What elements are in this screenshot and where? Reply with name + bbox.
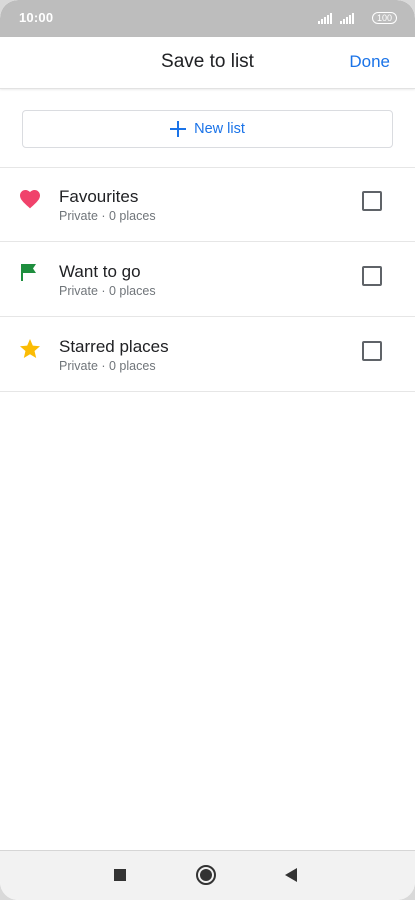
list-item-subtitle: Private · 0 places — [59, 284, 156, 298]
plus-icon — [170, 121, 187, 137]
star-icon — [20, 339, 40, 358]
list-item-title: Favourites — [59, 187, 139, 206]
new-list-label: New list — [194, 121, 245, 137]
home-circle-icon[interactable] — [194, 863, 218, 887]
signal-icon-2 — [339, 12, 354, 24]
list-item-title: Want to go — [59, 262, 141, 281]
signal-icon — [317, 12, 332, 24]
done-button[interactable]: Done — [349, 52, 390, 72]
back-triangle-icon[interactable] — [279, 863, 303, 887]
list-item-subtitle: Private · 0 places — [59, 359, 156, 373]
divider — [0, 391, 415, 392]
phone-screen: 10:00 100 Save to list Done New list Fav… — [0, 0, 415, 900]
recents-square-icon[interactable] — [108, 863, 132, 887]
status-time: 10:00 — [19, 10, 54, 25]
list-item-title: Starred places — [59, 337, 169, 356]
battery-indicator: 100 — [371, 12, 397, 24]
list-item-subtitle: Private · 0 places — [59, 209, 156, 223]
heart-icon — [20, 190, 40, 209]
list-item-starred-places[interactable]: Starred places Private · 0 places — [0, 317, 415, 391]
new-list-button[interactable]: New list — [22, 110, 393, 148]
want-to-go-checkbox[interactable] — [362, 266, 382, 286]
starred-places-checkbox[interactable] — [362, 341, 382, 361]
system-nav-bar — [0, 850, 415, 900]
app-bar: Save to list Done — [0, 37, 415, 89]
list-item-want-to-go[interactable]: Want to go Private · 0 places — [0, 242, 415, 316]
status-icons: 100 — [317, 11, 397, 25]
list-item-favourites[interactable]: Favourites Private · 0 places — [0, 167, 415, 241]
status-bar: 10:00 100 — [0, 0, 415, 37]
favourites-checkbox[interactable] — [362, 191, 382, 211]
flag-icon — [21, 264, 36, 281]
